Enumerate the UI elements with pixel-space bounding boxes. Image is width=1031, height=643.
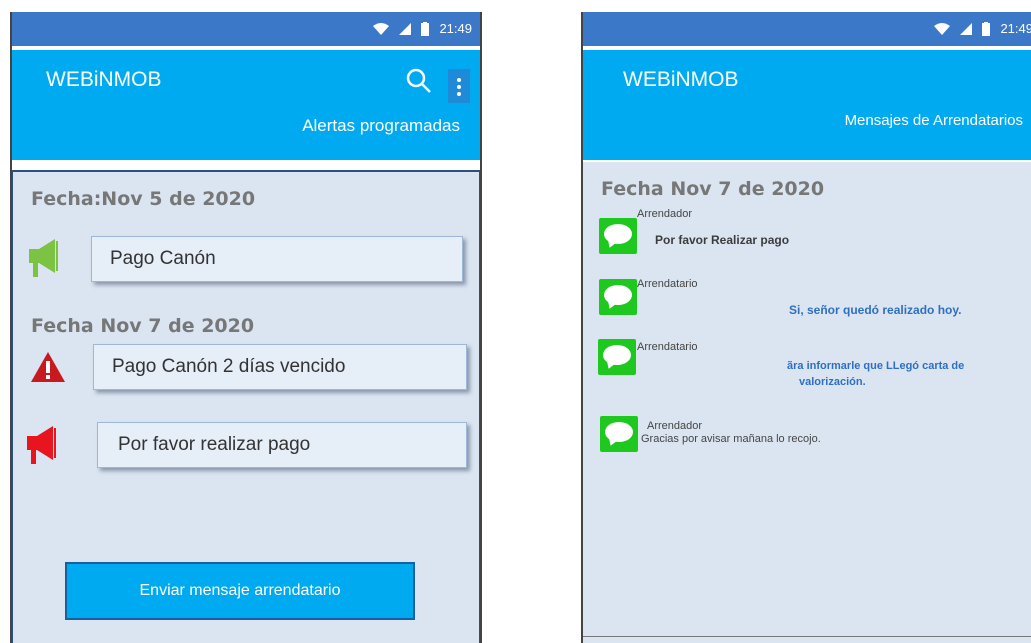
message-sender: Arrendador: [647, 420, 703, 432]
app-bar: WEBiNMOB Alertas programadas: [12, 50, 480, 160]
battery-icon: [982, 21, 991, 36]
screen-subtitle: Mensajes de Arrendatarios: [844, 112, 1023, 129]
megaphone-red-icon: [27, 426, 56, 464]
message-icon: [598, 339, 636, 375]
alert-item[interactable]: Por favor realizar pago: [97, 422, 467, 468]
status-bar: 21:49: [583, 12, 1031, 46]
app-title: WEBiNMOB: [46, 68, 162, 91]
message-sender: Arrendatario: [637, 341, 698, 353]
wifi-icon: [373, 22, 390, 35]
status-time: 21:49: [439, 21, 472, 36]
app-title: WEBiNMOB: [623, 68, 739, 91]
message-text: Por favor Realizar pago: [655, 233, 790, 247]
app-bar: WEBiNMOB Mensajes de Arrendatarios: [583, 50, 1031, 160]
status-time: 21:49: [1000, 21, 1031, 36]
message-text: Gracias por avisar mañana lo recojo.: [641, 433, 821, 445]
message-icon: [599, 279, 637, 315]
date-label: Fecha:Nov 5 de 2020: [31, 188, 256, 210]
messages-screen: 21:49 WEBiNMOB Mensajes de Arrendatarios…: [581, 12, 1031, 643]
messages-content: Fecha Nov 7 de 2020 Arrendador Por favor…: [583, 162, 1031, 643]
alert-item[interactable]: Pago Canón: [91, 236, 463, 282]
signal-icon: [399, 22, 412, 35]
status-bar: 21:49: [12, 12, 480, 46]
message-icon: [599, 218, 637, 254]
message-icon: [600, 416, 638, 452]
message-sender: Arrendador: [637, 208, 693, 220]
alerts-content: Fecha:Nov 5 de 2020 Pago Canón Fecha Nov…: [12, 170, 480, 643]
message-sender: Arrendatario: [637, 278, 698, 290]
search-icon[interactable]: [406, 68, 432, 94]
battery-icon: [421, 21, 430, 36]
signal-icon: [960, 22, 973, 35]
message-text: ãra informarle que LLegó carta de: [787, 360, 965, 372]
date-label: Fecha Nov 7 de 2020: [601, 178, 825, 200]
message-text: valorización.: [799, 376, 866, 388]
alerts-screen: 21:49 WEBiNMOB Alertas programadas Fecha…: [10, 12, 482, 643]
megaphone-green-icon: [29, 239, 58, 277]
alert-item[interactable]: Pago Canón 2 días vencido: [93, 344, 467, 390]
warning-icon: [31, 352, 65, 382]
date-label: Fecha Nov 7 de 2020: [31, 315, 255, 337]
message-text: Si, señor quedó realizado hoy.: [789, 303, 962, 317]
wifi-icon: [934, 22, 951, 35]
divider: [583, 636, 1031, 643]
screen-subtitle: Alertas programadas: [302, 116, 460, 135]
more-vert-icon[interactable]: [448, 69, 470, 103]
send-message-button[interactable]: Enviar mensaje arrendatario: [65, 562, 415, 620]
